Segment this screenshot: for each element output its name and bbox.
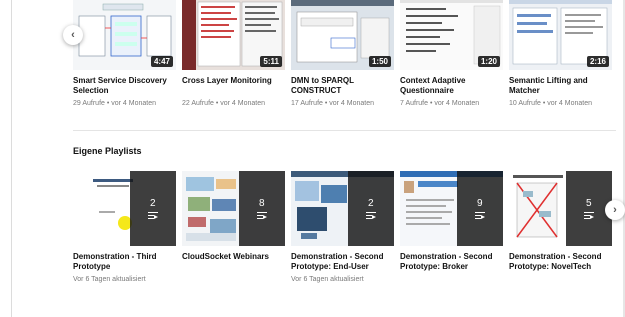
- playlist-card[interactable]: 8 CloudSocket Webinars: [182, 171, 285, 284]
- video-title[interactable]: Cross Layer Monitoring: [182, 76, 285, 96]
- video-title[interactable]: Context Adaptive Questionnaire: [400, 76, 503, 96]
- playlist-thumbnail[interactable]: 5: [509, 171, 612, 246]
- video-title[interactable]: Semantic Lifting and Matcher: [509, 76, 612, 96]
- video-thumbnail[interactable]: 5:11: [182, 0, 285, 70]
- playlist-card[interactable]: 9 Demonstration - Second Prototype: Brok…: [400, 171, 503, 284]
- playlist-meta: Vor 6 Tagen aktualisiert: [291, 276, 364, 283]
- playlist-video-count: 2: [150, 197, 156, 209]
- playlist-thumbnail[interactable]: 2: [73, 171, 176, 246]
- video-thumbnail[interactable]: 1:20: [400, 0, 503, 70]
- video-thumbnail[interactable]: 2:16: [509, 0, 612, 70]
- section-divider: [73, 130, 616, 131]
- chevron-left-icon: ‹: [71, 29, 75, 41]
- playlist-count-overlay: 2: [347, 171, 394, 246]
- playlist-card[interactable]: 5 Demonstration - Second Prototype: Nove…: [509, 171, 612, 284]
- playlist-count-overlay: 9: [456, 171, 503, 246]
- playlist-count-overlay: 8: [238, 171, 285, 246]
- video-card[interactable]: 1:50 DMN to SPARQL CONSTRUCT 17 Aufrufe …: [291, 0, 394, 108]
- video-title[interactable]: DMN to SPARQL CONSTRUCT: [291, 76, 394, 96]
- video-meta: 7 Aufrufe • vor 4 Monaten: [400, 100, 480, 107]
- video-card[interactable]: 1:20 Context Adaptive Questionnaire 7 Au…: [400, 0, 503, 108]
- playlist-video-count: 5: [586, 197, 592, 209]
- video-thumbnail[interactable]: 4:47: [73, 0, 176, 70]
- playlist-video-count: 2: [368, 197, 374, 209]
- playlist-meta: Vor 6 Tagen aktualisiert: [73, 276, 146, 283]
- playlist-card[interactable]: 2 Demonstration - Third Prototype Vor 6 …: [73, 171, 176, 284]
- video-meta: 29 Aufrufe • vor 4 Monaten: [73, 100, 157, 107]
- playlist-title[interactable]: CloudSocket Webinars: [182, 252, 285, 272]
- playlist-icon: [365, 211, 376, 220]
- video-meta: 22 Aufrufe • vor 4 Monaten: [182, 100, 266, 107]
- video-shelf: 4:47 Smart Service Discovery Selection 2…: [73, 0, 612, 108]
- playlist-title[interactable]: Demonstration - Third Prototype: [73, 252, 176, 272]
- video-meta: 10 Aufrufe • vor 4 Monaten: [509, 100, 593, 107]
- playlist-title[interactable]: Demonstration - Second Prototype: End-Us…: [291, 252, 394, 272]
- playlist-icon: [147, 211, 158, 220]
- video-title[interactable]: Smart Service Discovery Selection: [73, 76, 176, 96]
- playlist-card[interactable]: 2 Demonstration - Second Prototype: End-…: [291, 171, 394, 284]
- playlist-title[interactable]: Demonstration - Second Prototype: NovelT…: [509, 252, 612, 272]
- playlist-thumbnail[interactable]: 8: [182, 171, 285, 246]
- playlist-title[interactable]: Demonstration - Second Prototype: Broker: [400, 252, 503, 272]
- video-card[interactable]: 2:16 Semantic Lifting and Matcher 10 Auf…: [509, 0, 612, 108]
- chevron-right-icon: ›: [613, 204, 617, 216]
- video-duration: 1:50: [368, 56, 391, 67]
- video-duration: 2:16: [586, 56, 609, 67]
- video-card[interactable]: 5:11 Cross Layer Monitoring 22 Aufrufe •…: [182, 0, 285, 108]
- video-duration: 4:47: [150, 56, 173, 67]
- playlists-section-title[interactable]: Eigene Playlists: [73, 146, 142, 156]
- video-thumbnail[interactable]: 1:50: [291, 0, 394, 70]
- video-meta: 17 Aufrufe • vor 4 Monaten: [291, 100, 375, 107]
- video-duration: 5:11: [260, 56, 282, 67]
- playlist-video-count: 8: [259, 197, 265, 209]
- video-card[interactable]: 4:47 Smart Service Discovery Selection 2…: [73, 0, 176, 108]
- playlist-thumbnail[interactable]: 9: [400, 171, 503, 246]
- playlist-icon: [256, 211, 267, 220]
- playlist-shelf: 2 Demonstration - Third Prototype Vor 6 …: [73, 171, 612, 284]
- playlist-count-overlay: 2: [129, 171, 176, 246]
- left-border: [0, 0, 12, 317]
- shelf-previous-button[interactable]: ‹: [63, 25, 83, 45]
- shelf-next-button[interactable]: ›: [605, 200, 625, 220]
- video-duration: 1:20: [477, 56, 500, 67]
- playlist-icon: [583, 211, 594, 220]
- playlist-icon: [474, 211, 485, 220]
- playlist-thumbnail[interactable]: 2: [291, 171, 394, 246]
- playlist-video-count: 9: [477, 197, 483, 209]
